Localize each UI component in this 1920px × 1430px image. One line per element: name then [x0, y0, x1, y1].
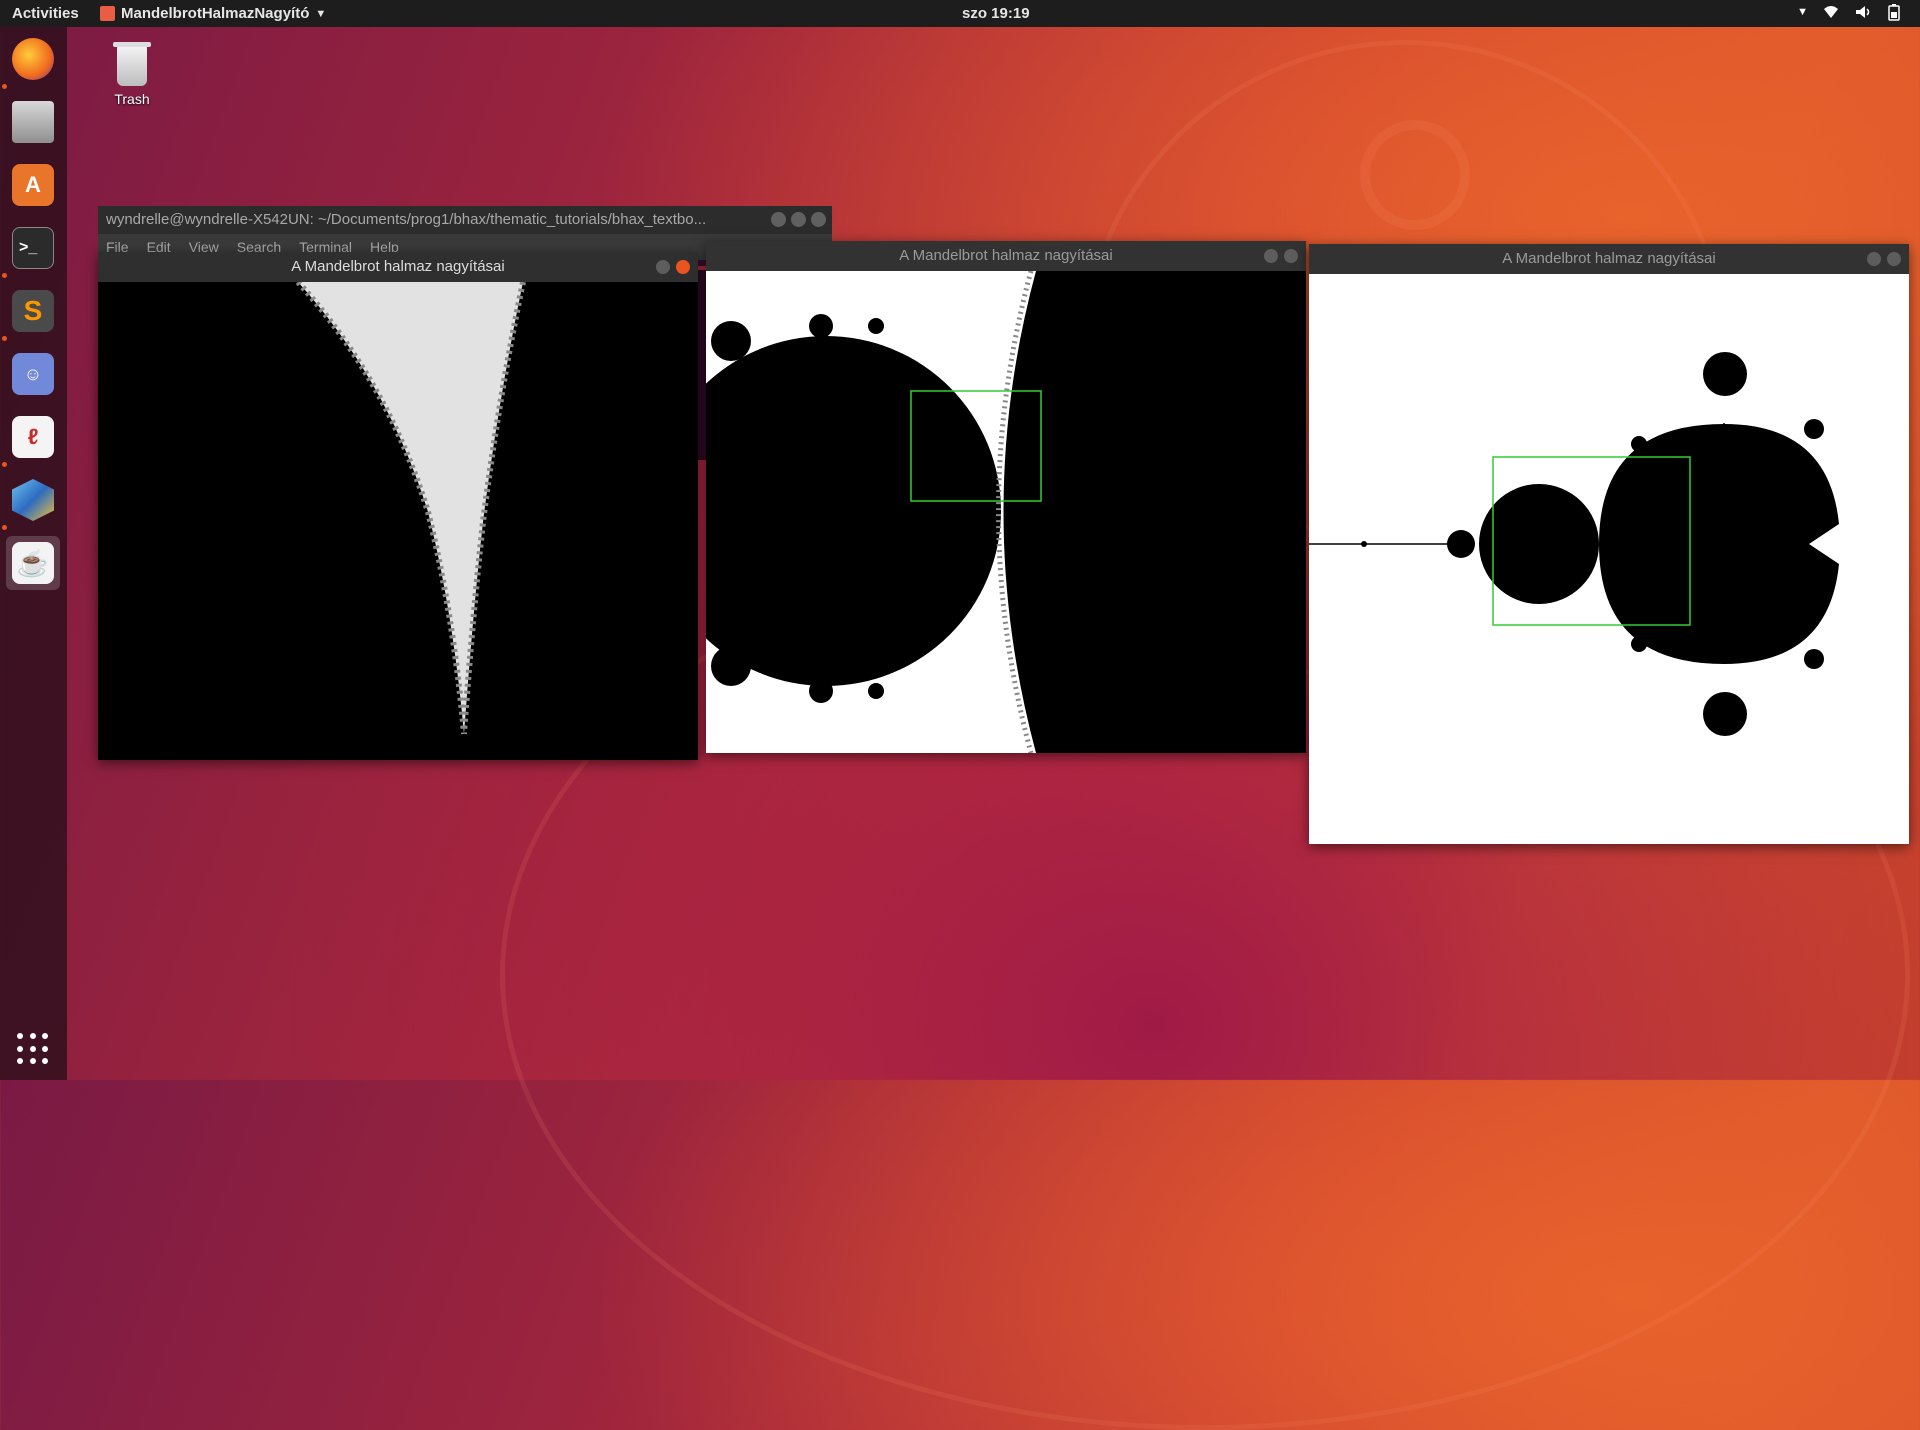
document-viewer-icon: ℓ — [12, 416, 54, 458]
terminal-icon: >_ — [12, 227, 54, 269]
minimize-button[interactable] — [771, 212, 786, 227]
chevron-down-icon: ▼ — [315, 7, 327, 20]
java-icon: ☕ — [12, 542, 54, 584]
running-indicator — [2, 525, 7, 530]
clock[interactable]: szo 19:19 — [962, 5, 1030, 22]
running-indicator — [2, 84, 7, 89]
mandelbrot-zoom-image — [98, 282, 698, 760]
firefox-icon — [12, 38, 54, 80]
discord-icon: ☺ — [12, 353, 54, 395]
mandelbrot-canvas[interactable] — [1309, 274, 1909, 844]
wifi-icon[interactable] — [1822, 3, 1840, 25]
mandelbrot-window-2[interactable]: A Mandelbrot halmaz nagyításai — [706, 241, 1306, 753]
system-tray[interactable]: ▼ — [1797, 3, 1902, 25]
app-menu[interactable]: MandelbrotHalmazNagyító ▼ — [100, 5, 326, 22]
running-indicator — [2, 336, 7, 341]
sublime-text-icon: S — [12, 290, 54, 332]
software-center-icon: A — [12, 164, 54, 206]
window-title: A Mandelbrot halmaz nagyításai — [899, 247, 1113, 264]
dock-item-firefox[interactable] — [6, 32, 60, 86]
minimize-button[interactable] — [1867, 252, 1881, 266]
netbeans-icon — [12, 479, 54, 521]
dock-item-discord[interactable]: ☺ — [6, 347, 60, 401]
trash-desktop-icon[interactable]: Trash — [104, 42, 160, 107]
close-button[interactable] — [1284, 249, 1298, 263]
mandelbrot-window-3[interactable]: A Mandelbrot halmaz nagyításai — [1309, 244, 1909, 844]
show-applications-button[interactable] — [17, 1033, 49, 1065]
dropdown-icon[interactable]: ▼ — [1797, 6, 1808, 25]
files-icon — [12, 101, 54, 143]
dock: A >_ S ☺ ℓ ☕ — [0, 27, 67, 1080]
close-button[interactable] — [676, 260, 690, 274]
dock-item-netbeans[interactable] — [6, 473, 60, 527]
battery-icon[interactable] — [1886, 3, 1902, 25]
mandelbrot-zoom-image — [706, 271, 1306, 753]
window-title: A Mandelbrot halmaz nagyításai — [291, 258, 505, 275]
dock-item-files[interactable] — [6, 95, 60, 149]
mandelbrot-full-image — [1309, 274, 1909, 844]
minimize-button[interactable] — [656, 260, 670, 274]
trash-icon — [113, 42, 151, 86]
window-title: A Mandelbrot halmaz nagyításai — [1502, 250, 1716, 267]
maximize-button[interactable] — [791, 212, 806, 227]
app-menu-label: MandelbrotHalmazNagyító — [121, 5, 310, 22]
mandelbrot-canvas[interactable] — [706, 271, 1306, 753]
app-menu-icon — [100, 6, 115, 21]
dock-item-sublime[interactable]: S — [6, 284, 60, 338]
running-indicator — [2, 462, 7, 467]
activities-button[interactable]: Activities — [12, 5, 79, 22]
wallpaper-arc — [1360, 120, 1470, 230]
terminal-titlebar[interactable]: wyndrelle@wyndrelle-X542UN: ~/Documents/… — [98, 206, 832, 234]
dock-item-evince[interactable]: ℓ — [6, 410, 60, 464]
terminal-title: wyndrelle@wyndrelle-X542UN: ~/Documents/… — [106, 211, 707, 228]
window-titlebar[interactable]: A Mandelbrot halmaz nagyításai — [1309, 244, 1909, 274]
window-titlebar[interactable]: A Mandelbrot halmaz nagyításai — [706, 241, 1306, 271]
close-button[interactable] — [1887, 252, 1901, 266]
dock-item-java[interactable]: ☕ — [6, 536, 60, 590]
top-bar: Activities MandelbrotHalmazNagyító ▼ szo… — [0, 0, 1920, 27]
running-indicator — [2, 273, 7, 278]
minimize-button[interactable] — [1264, 249, 1278, 263]
mandelbrot-window-1[interactable]: A Mandelbrot halmaz nagyításai — [98, 252, 698, 760]
window-titlebar[interactable]: A Mandelbrot halmaz nagyításai — [98, 252, 698, 282]
close-button[interactable] — [811, 212, 826, 227]
mandelbrot-canvas[interactable] — [98, 282, 698, 760]
volume-icon[interactable] — [1854, 3, 1872, 25]
trash-label: Trash — [114, 91, 150, 107]
dock-item-terminal[interactable]: >_ — [6, 221, 60, 275]
dock-item-software[interactable]: A — [6, 158, 60, 212]
